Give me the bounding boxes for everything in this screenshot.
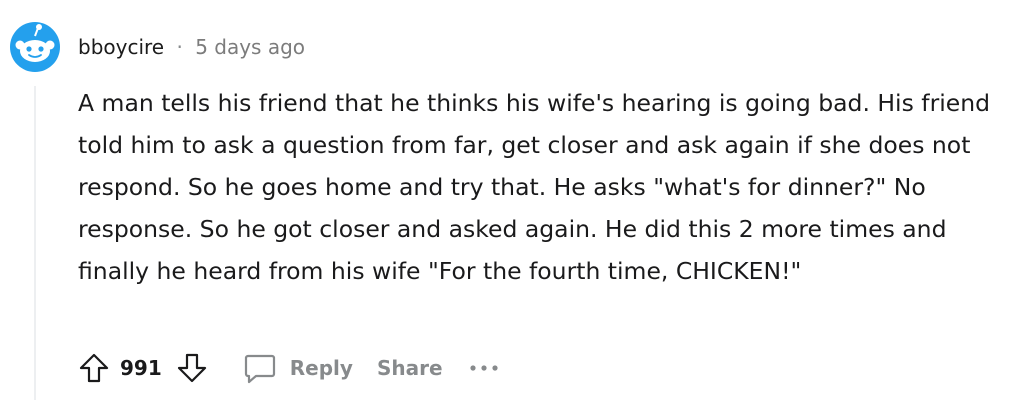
upvote-arrow-icon[interactable] [76, 350, 112, 386]
downvote-arrow-icon[interactable] [174, 350, 210, 386]
timestamp[interactable]: 5 days ago [195, 35, 305, 59]
username-link[interactable]: bboycire [78, 35, 164, 59]
avatar-graphic [10, 22, 60, 72]
reply-button[interactable]: Reply [242, 350, 353, 386]
speech-bubble-icon [242, 350, 278, 386]
more-options-icon[interactable] [469, 358, 499, 378]
comment-actions: 991 Reply Share [76, 346, 499, 390]
thread-line[interactable] [34, 86, 36, 400]
snoo-avatar-icon[interactable] [8, 20, 62, 74]
meta-separator: · [176, 35, 183, 59]
comment-body: A man tells his friend that he thinks hi… [78, 89, 991, 285]
reply-label: Reply [289, 356, 353, 380]
share-button[interactable]: Share [377, 356, 443, 380]
comment-meta: bboycire · 5 days ago [78, 34, 305, 60]
vote-score: 991 [120, 356, 162, 380]
